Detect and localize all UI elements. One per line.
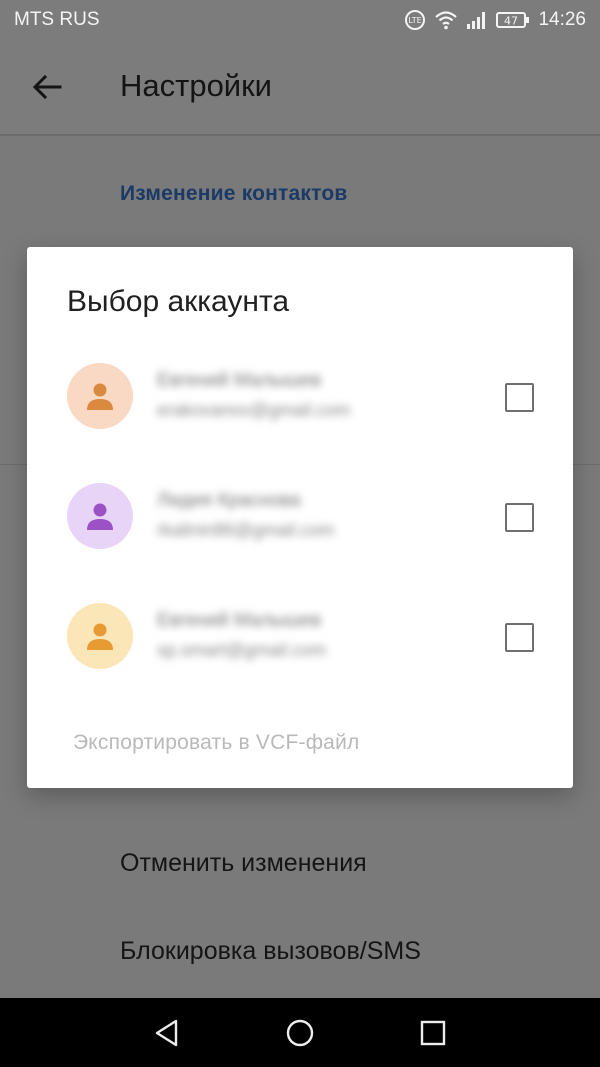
navigation-bar (0, 998, 600, 1067)
account-row[interactable]: Лидия Краснова rkalinin86@gmail.com (27, 483, 573, 583)
signal-icon (467, 12, 486, 29)
account-email: erakovanov@gmail.com (157, 400, 351, 420)
carrier-label: MTS RUS (14, 9, 100, 30)
person-icon (87, 383, 113, 410)
setting-item-call-blocking[interactable]: Блокировка вызовов/SMS (120, 937, 421, 966)
person-icon (87, 503, 113, 530)
account-checkbox[interactable] (505, 503, 534, 532)
person-icon (87, 623, 113, 650)
wifi-icon (435, 11, 458, 30)
export-vcf-button[interactable]: Экспортировать в VCF-файл (73, 731, 359, 755)
lte-call-icon: LTE (405, 10, 426, 30)
avatar (67, 603, 133, 669)
avatar (67, 363, 133, 429)
circle-home-icon[interactable] (283, 1016, 317, 1050)
account-name: Евгений Малышев (157, 370, 322, 391)
account-email: sp.smart@gmail.com (157, 640, 327, 660)
avatar (67, 483, 133, 549)
account-email: rkalinin86@gmail.com (157, 520, 335, 540)
svg-text:47: 47 (504, 15, 518, 28)
account-row[interactable]: Евгений Малышев erakovanov@gmail.com (27, 363, 573, 463)
section-header-edit-contacts: Изменение контактов (120, 182, 348, 205)
clock: 14:26 (538, 9, 586, 30)
account-name: Евгений Малышев (157, 610, 322, 631)
battery-icon: 47 (496, 12, 530, 28)
square-recents-icon[interactable] (416, 1016, 450, 1050)
account-checkbox[interactable] (505, 623, 534, 652)
arrow-left-icon[interactable] (30, 70, 64, 104)
account-picker-dialog: Выбор аккаунта Евгений Малышев erakovano… (27, 247, 573, 788)
account-checkbox[interactable] (505, 383, 534, 412)
triangle-back-icon[interactable] (150, 1016, 184, 1050)
svg-text:LTE: LTE (409, 16, 422, 25)
status-bar: MTS RUS LTE 47 14:26 (0, 0, 600, 40)
status-icons: LTE 47 14:26 (404, 9, 586, 31)
dialog-title: Выбор аккаунта (67, 285, 290, 318)
account-row[interactable]: Евгений Малышев sp.smart@gmail.com (27, 603, 573, 703)
account-name: Лидия Краснова (157, 490, 301, 511)
page-title: Настройки (120, 68, 273, 103)
app-bar: Настройки (0, 40, 600, 136)
setting-item-undo-changes[interactable]: Отменить изменения (120, 849, 367, 878)
